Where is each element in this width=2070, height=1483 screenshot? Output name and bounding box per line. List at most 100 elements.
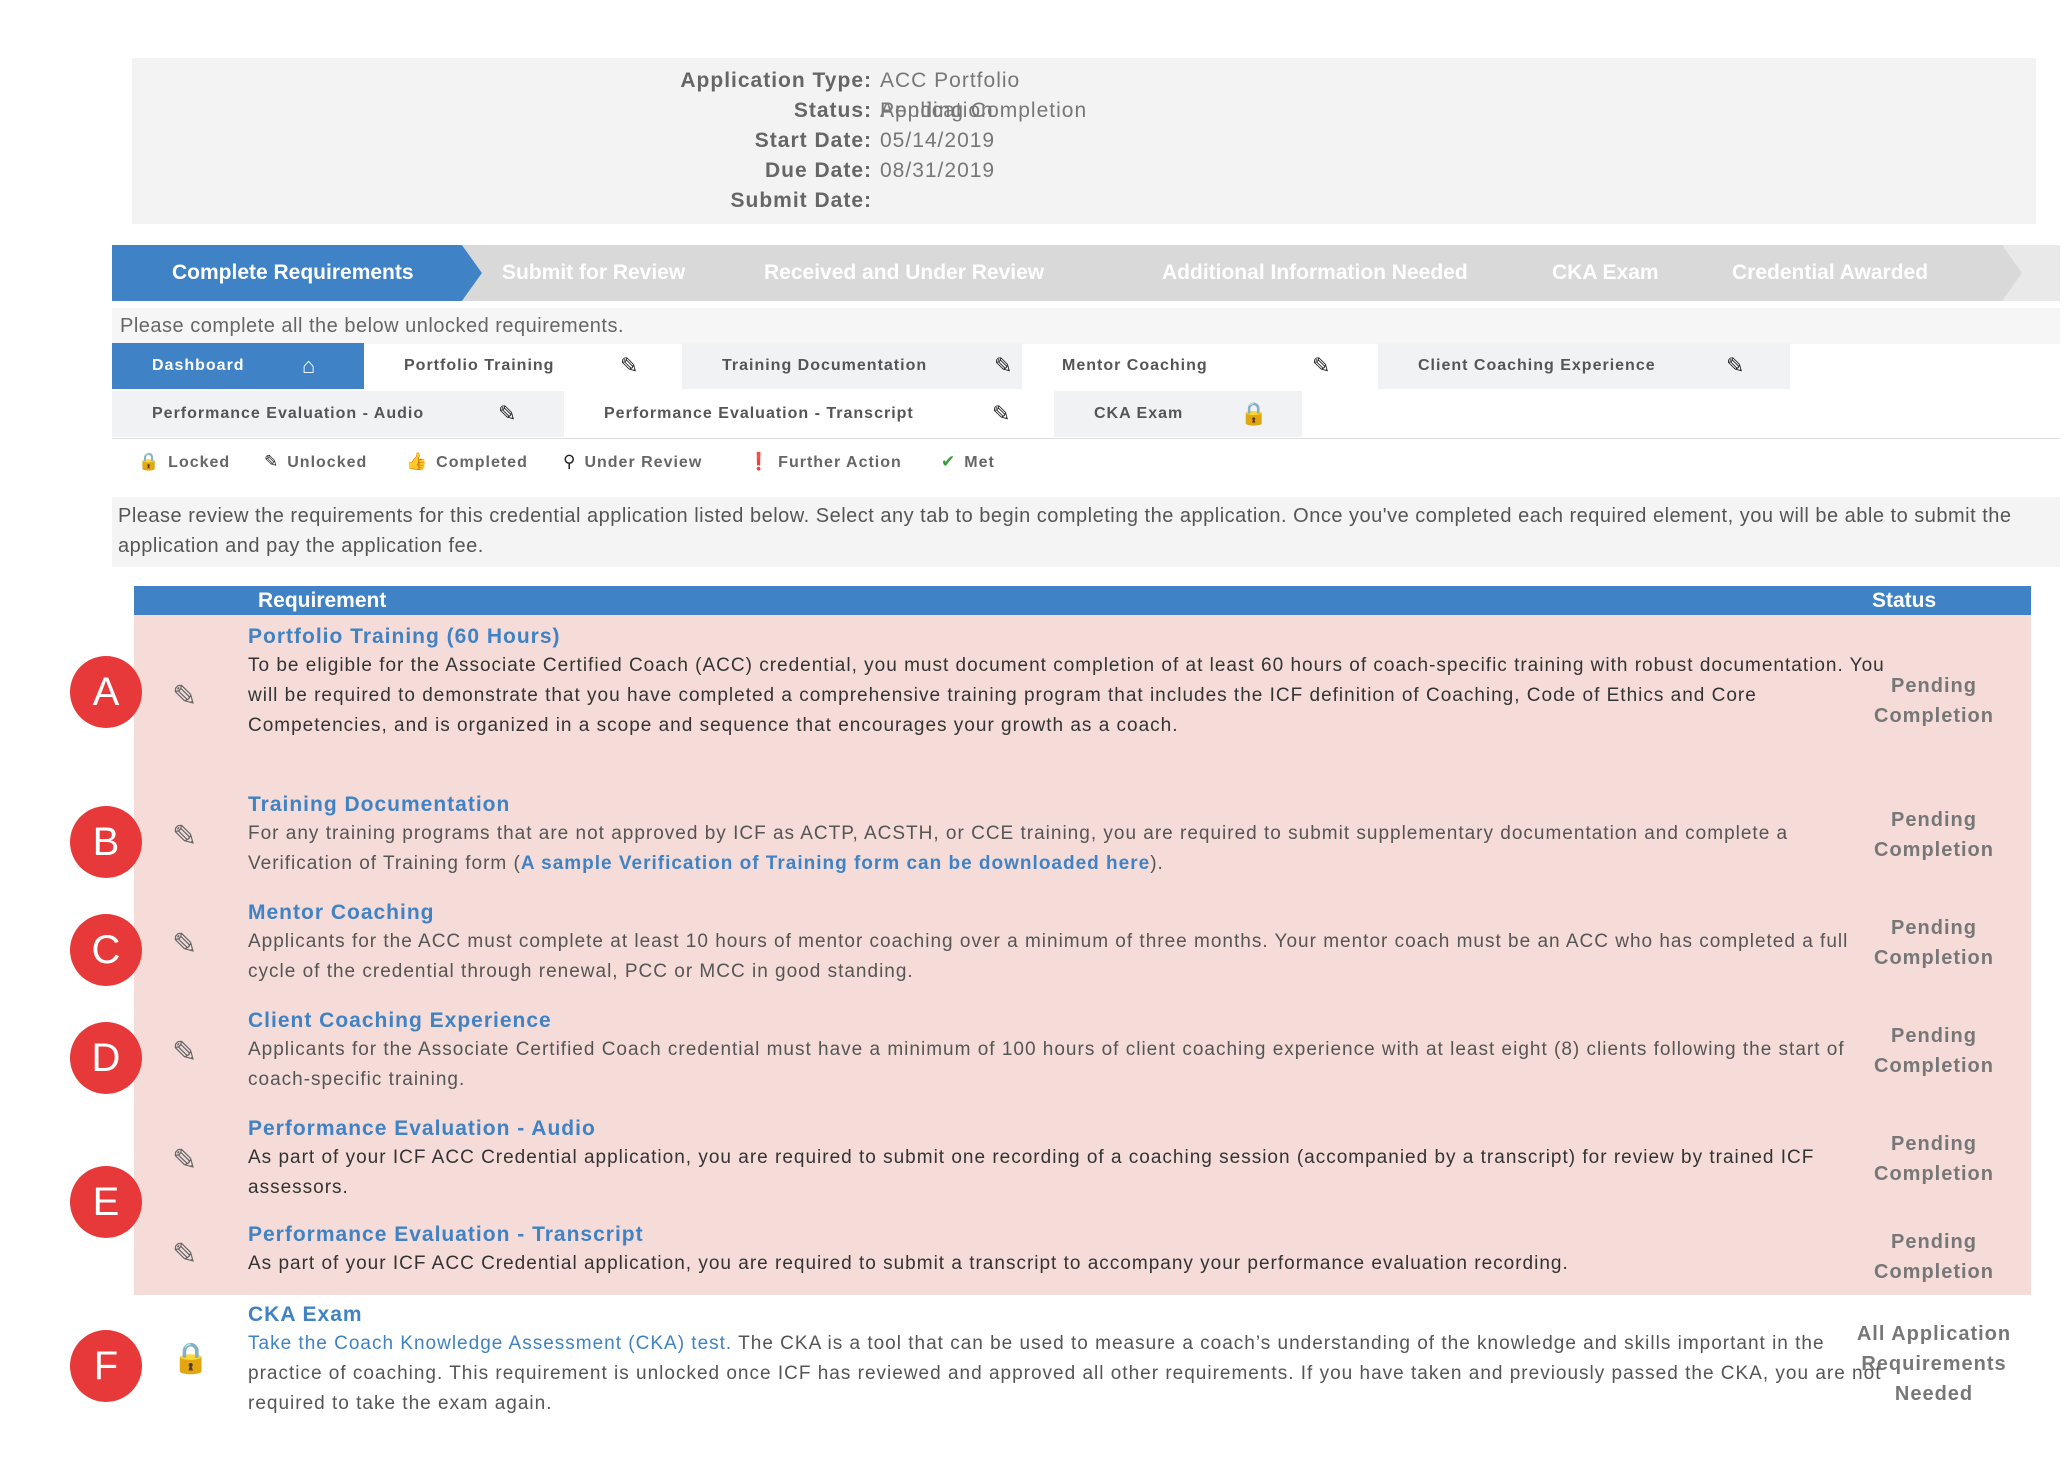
alert-icon: ❗ [748, 452, 771, 471]
info-row-start-date: Start Date: 05/14/2019 [132, 126, 1132, 156]
instructions-text: Please review the requirements for this … [112, 497, 2060, 567]
requirement-title-link[interactable]: CKA Exam [248, 1303, 363, 1327]
tab-training-documentation[interactable]: Training Documentation ✎ [682, 343, 1022, 389]
status-text: Pending Completion [1874, 1133, 1994, 1185]
tab-client-coaching-experience[interactable]: Client Coaching Experience ✎ [1378, 343, 1790, 389]
header-status: Status [1872, 589, 1937, 612]
application-info-panel: Application Type: ACC Portfolio Applicat… [132, 58, 2036, 224]
pencil-icon[interactable]: ✎ [172, 1035, 197, 1070]
requirement-title-link[interactable]: Performance Evaluation - Audio [248, 1117, 596, 1141]
tab-mentor-coaching[interactable]: Mentor Coaching ✎ [1022, 343, 1378, 389]
pencil-icon[interactable]: ✎ [172, 927, 197, 962]
requirement-row[interactable]: ✎ Portfolio Training (60 Hours) To be el… [134, 615, 2031, 783]
info-row-due-date: Due Date: 08/31/2019 [132, 156, 1132, 186]
requirement-description: To be eligible for the Associate Certifi… [248, 655, 1885, 736]
lock-icon: 🔒 [172, 1342, 210, 1375]
lock-icon: 🔒 [138, 452, 161, 471]
requirement-title-link[interactable]: Performance Evaluation - Transcript [248, 1223, 644, 1247]
requirement-row[interactable]: ✎ Training Documentation For any trainin… [134, 783, 2031, 891]
info-value: Pending Completion [880, 99, 1088, 122]
info-label: Start Date: [754, 129, 872, 152]
requirement-row[interactable]: ✎ Performance Evaluation - Audio As part… [134, 1107, 2031, 1215]
info-row-status: Status: Pending Completion [132, 96, 1132, 126]
marker-a: A [70, 656, 142, 728]
legend-completed: 👍 Completed [406, 452, 528, 471]
search-icon: ⚲ [563, 452, 577, 471]
requirement-row[interactable]: 🔒 CKA Exam Take the Coach Knowledge Asse… [134, 1295, 2031, 1427]
info-label: Application Type: [680, 69, 872, 92]
tab-divider [112, 438, 2060, 439]
legend-locked: 🔒 Locked [138, 452, 231, 471]
marker-d: D [70, 1022, 142, 1094]
check-icon: ✔ [941, 452, 957, 471]
step-credential-awarded: Credential Awarded [1692, 245, 2022, 301]
pencil-icon: ✎ [620, 353, 640, 378]
status-text: Pending Completion [1874, 809, 1994, 861]
status-text: All Application Requirements Needed [1856, 1323, 2012, 1405]
pencil-icon: ✎ [992, 401, 1012, 426]
status-text: Pending Completion [1874, 917, 1994, 969]
requirement-description: For any training programs that are not a… [248, 823, 1789, 874]
legend-unlocked: ✎ Unlocked [264, 452, 368, 471]
pencil-icon: ✎ [1312, 353, 1332, 378]
step-complete-requirements[interactable]: Complete Requirements [112, 245, 482, 301]
requirement-title-link[interactable]: Mentor Coaching [248, 901, 435, 925]
progress-note: Please complete all the below unlocked r… [112, 308, 2060, 344]
tab-label: Performance Evaluation - Audio [152, 405, 425, 422]
requirement-title-link[interactable]: Portfolio Training (60 Hours) [248, 625, 561, 649]
requirement-row[interactable]: ✎ Client Coaching Experience Applicants … [134, 999, 2031, 1107]
requirement-description: Applicants for the Associate Certified C… [248, 1039, 1845, 1090]
requirement-row[interactable]: ✎ Performance Evaluation - Transcript As… [134, 1215, 2031, 1295]
lock-icon: 🔒 [1240, 401, 1269, 426]
pencil-icon: ✎ [264, 452, 280, 471]
legend-further-action: ❗ Further Action [748, 452, 902, 471]
application-progress-bar: Complete Requirements Submit for Review … [112, 245, 2060, 301]
pencil-icon[interactable]: ✎ [172, 679, 197, 714]
tab-cka-exam[interactable]: CKA Exam 🔒 [1054, 391, 1302, 437]
info-row-application-type: Application Type: ACC Portfolio Applicat… [132, 66, 1132, 122]
status-text: Pending Completion [1874, 1025, 1994, 1077]
verification-form-download-link[interactable]: A sample Verification of Training form c… [521, 853, 1150, 874]
tab-label: Portfolio Training [404, 357, 555, 374]
tab-performance-evaluation-transcript[interactable]: Performance Evaluation - Transcript ✎ [564, 391, 1054, 437]
requirement-description: Applicants for the ACC must complete at … [248, 931, 1849, 982]
tab-label: Training Documentation [722, 357, 928, 374]
home-icon: ⌂ [302, 353, 317, 378]
tab-label: Dashboard [152, 357, 245, 374]
pencil-icon: ✎ [498, 401, 518, 426]
info-value: 05/14/2019 [880, 129, 996, 152]
info-label: Submit Date: [730, 189, 872, 212]
requirements-table-header: Requirement Status [134, 586, 2031, 615]
info-value: 08/31/2019 [880, 159, 996, 182]
requirement-row[interactable]: ✎ Mentor Coaching Applicants for the ACC… [134, 891, 2031, 999]
tab-performance-evaluation-audio[interactable]: Performance Evaluation - Audio ✎ [112, 391, 564, 437]
requirement-title-link[interactable]: Training Documentation [248, 793, 510, 817]
cka-test-link[interactable]: Take the Coach Knowledge Assessment (CKA… [248, 1333, 732, 1354]
tab-label: Mentor Coaching [1062, 357, 1208, 374]
marker-b: B [70, 806, 142, 878]
tab-dashboard[interactable]: Dashboard ⌂ [112, 343, 364, 389]
tab-label: CKA Exam [1094, 405, 1184, 422]
tab-label: Client Coaching Experience [1418, 357, 1656, 374]
pencil-icon[interactable]: ✎ [172, 1237, 197, 1272]
requirement-description: Take the Coach Knowledge Assessment (CKA… [248, 1333, 1882, 1414]
thumbs-up-icon: 👍 [406, 452, 429, 471]
marker-e: E [70, 1166, 142, 1238]
pencil-icon: ✎ [994, 353, 1014, 378]
marker-f: F [70, 1330, 142, 1402]
requirement-title-link[interactable]: Client Coaching Experience [248, 1009, 552, 1033]
requirement-description: As part of your ICF ACC Credential appli… [248, 1147, 1815, 1198]
pencil-icon[interactable]: ✎ [172, 1143, 197, 1178]
legend-met: ✔ Met [941, 452, 995, 471]
pencil-icon: ✎ [1726, 353, 1746, 378]
info-label: Due Date: [764, 159, 872, 182]
pencil-icon[interactable]: ✎ [172, 819, 197, 854]
requirement-description: As part of your ICF ACC Credential appli… [248, 1253, 1569, 1274]
tab-label: Performance Evaluation - Transcript [604, 405, 914, 422]
header-requirement: Requirement [258, 589, 387, 612]
info-row-submit-date: Submit Date: [132, 186, 1132, 216]
marker-c: C [70, 914, 142, 986]
status-text: Pending Completion [1874, 675, 1994, 727]
tab-portfolio-training[interactable]: Portfolio Training ✎ [364, 343, 682, 389]
legend-under-review: ⚲ Under Review [563, 452, 703, 471]
